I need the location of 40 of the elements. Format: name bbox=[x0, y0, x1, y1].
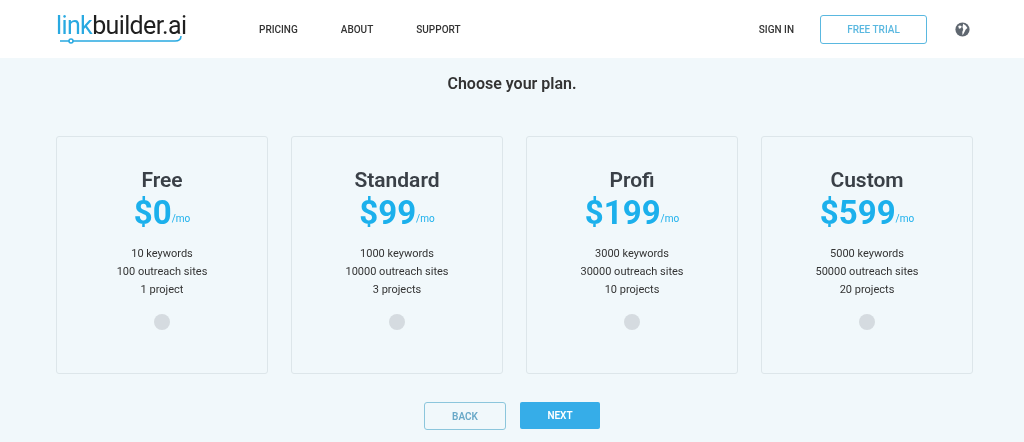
plan-name: Standard bbox=[354, 167, 440, 193]
plan-radio[interactable] bbox=[389, 314, 405, 330]
plan-card[interactable]: Standard $99/mo 1000 keywords 10000 outreach sites 3 projects bbox=[291, 136, 503, 374]
plan-radio[interactable] bbox=[859, 314, 875, 330]
plan-name: Custom bbox=[830, 167, 904, 193]
plan-price: $99 bbox=[359, 195, 417, 231]
price-period: /mo bbox=[895, 213, 915, 224]
plan-feature: 1 project bbox=[140, 282, 184, 298]
plan-feature: 10000 outreach sites bbox=[345, 264, 449, 280]
price-period: /mo bbox=[171, 213, 191, 224]
sign-in-link[interactable]: SIGN IN bbox=[758, 21, 794, 37]
plan-card[interactable]: Custom $599/mo 5000 keywords 50000 outreach sites 20 projects bbox=[761, 136, 973, 374]
plan-feature: 5000 keywords bbox=[830, 246, 904, 262]
plan-name: Profi bbox=[609, 167, 655, 193]
plan-feature: 10 projects bbox=[604, 282, 660, 298]
plan-radio[interactable] bbox=[624, 314, 640, 330]
plan-name: Free bbox=[141, 167, 183, 193]
plan-price: $199 bbox=[584, 195, 661, 231]
price-period: /mo bbox=[660, 213, 680, 224]
circuit-line-icon bbox=[57, 35, 185, 46]
plan-feature: 20 projects bbox=[839, 282, 895, 298]
plan-feature: 1000 keywords bbox=[360, 246, 434, 262]
logo[interactable]: linkbuilder.ai bbox=[56, 12, 206, 46]
plan-feature: 3000 keywords bbox=[595, 246, 669, 262]
nav-link[interactable]: ABOUT bbox=[340, 21, 374, 37]
price-period: /mo bbox=[416, 213, 435, 224]
plan-feature: 3 projects bbox=[372, 282, 422, 298]
plan-price: $0 bbox=[133, 195, 172, 231]
plan-card[interactable]: Profi $199/mo 3000 keywords 30000 outreach sites 10 projects bbox=[526, 136, 738, 374]
plan-feature: 100 outreach sites bbox=[116, 264, 208, 280]
plan-price: $599 bbox=[819, 195, 896, 231]
plan-feature: 30000 outreach sites bbox=[580, 264, 684, 280]
nav-link[interactable]: SUPPORT bbox=[416, 21, 461, 37]
page-heading: Choose your plan. bbox=[446, 73, 578, 95]
plan-feature: 10 keywords bbox=[131, 246, 193, 262]
plan-radio[interactable] bbox=[154, 314, 170, 330]
plan-feature: 50000 outreach sites bbox=[815, 264, 919, 280]
nav-link[interactable]: PRICING bbox=[259, 21, 298, 37]
plan-card[interactable]: Free $0/mo 10 keywords 100 outreach sites 1 project bbox=[56, 136, 268, 374]
globe-icon[interactable] bbox=[954, 20, 971, 38]
